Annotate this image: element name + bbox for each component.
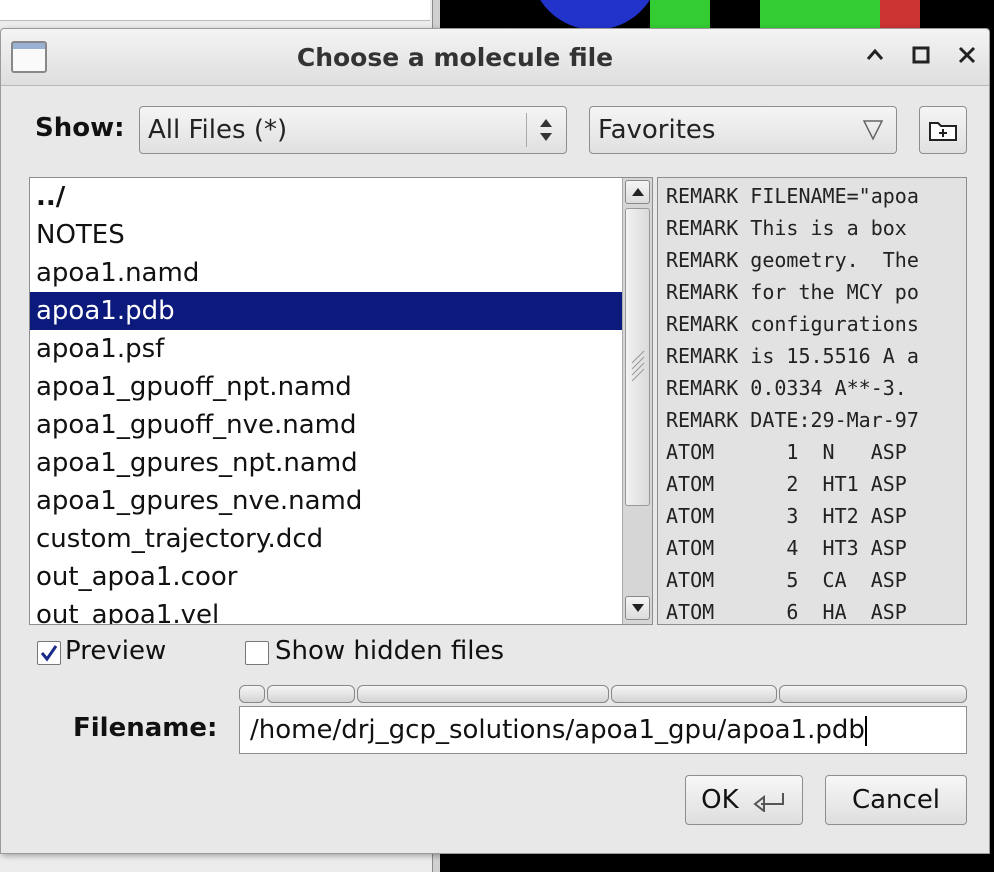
preview-checkbox-label[interactable]: Preview <box>65 636 166 666</box>
preview-line: ATOM 4 HT3 ASP <box>666 536 907 560</box>
file-list-item[interactable]: apoa1_gpuoff_npt.namd <box>30 368 622 406</box>
path-segment-button[interactable] <box>779 685 967 703</box>
background-viewer-bottom <box>456 852 994 872</box>
preview-line: ATOM 6 HA ASP <box>666 600 907 624</box>
filename-label: Filename: <box>73 713 218 743</box>
text-caret <box>864 715 867 746</box>
file-list-item[interactable]: apoa1_gpures_npt.namd <box>30 444 622 482</box>
path-segment-button[interactable] <box>611 685 777 703</box>
triangle-down-icon <box>862 115 884 149</box>
show-hidden-checkbox[interactable] <box>245 641 269 665</box>
file-list-item[interactable]: NOTES <box>30 216 622 254</box>
filename-input[interactable]: /home/drj_gcp_solutions/apoa1_gpu/apoa1.… <box>239 706 967 754</box>
minimize-button[interactable] <box>861 43 889 71</box>
preview-line: ATOM 2 HT1 ASP <box>666 472 907 496</box>
ok-button[interactable]: OK <box>685 775 803 825</box>
close-icon <box>958 46 976 64</box>
preview-line: REMARK configurations <box>666 312 919 336</box>
file-list-item[interactable]: ../ <box>30 178 622 216</box>
preview-line: REMARK for the MCY po <box>666 280 919 304</box>
file-list-item[interactable]: custom_trajectory.dcd <box>30 520 622 558</box>
preview-checkbox[interactable] <box>37 641 61 665</box>
checkmark-icon <box>40 645 58 662</box>
file-list-item[interactable]: apoa1_gpures_nve.namd <box>30 482 622 520</box>
file-preview: REMARK FILENAME="apoa REMARK This is a bo… <box>657 177 967 625</box>
chevron-up-icon <box>866 48 884 60</box>
preview-line: REMARK 0.0334 A**-3. <box>666 376 907 400</box>
filename-value: /home/drj_gcp_solutions/apoa1_gpu/apoa1.… <box>250 715 865 745</box>
preview-line: ATOM 5 CA ASP <box>666 568 907 592</box>
file-list-item[interactable]: apoa1_gpuoff_nve.namd <box>30 406 622 444</box>
file-list-scrollbar[interactable] <box>622 178 652 624</box>
file-list[interactable]: ../NOTES apoa1.namd apoa1.pdb apoa1.psf apoa… <box>29 177 653 625</box>
cancel-button-label: Cancel <box>851 785 941 815</box>
scroll-down-button[interactable] <box>625 596 650 620</box>
preview-line: REMARK is 15.5516 A a <box>666 344 919 368</box>
show-label: Show: <box>35 113 125 143</box>
background-molecule-green-2 <box>760 0 880 28</box>
arrow-down-icon <box>631 604 644 612</box>
dialog-title: Choose a molecule file <box>296 43 614 72</box>
path-segment-button[interactable] <box>239 685 265 703</box>
scroll-thumb[interactable] <box>625 208 650 506</box>
file-chooser-dialog: Choose a molecule file Show: All Files (… <box>0 28 990 854</box>
preview-line: ATOM 1 N ASP <box>666 440 907 464</box>
preview-line: REMARK geometry. The <box>666 248 919 272</box>
favorites-select[interactable]: Favorites <box>589 106 897 154</box>
preview-line: REMARK This is a box <box>666 216 907 240</box>
preview-line: REMARK DATE:29-Mar-97 <box>666 408 919 432</box>
file-type-select[interactable]: All Files (*) <box>139 106 567 154</box>
file-list-item[interactable]: out_apoa1.coor <box>30 558 622 596</box>
file-list-item[interactable]: apoa1.pdb <box>30 292 622 330</box>
title-bar[interactable]: Choose a molecule file <box>1 29 989 86</box>
maximize-button[interactable] <box>907 43 935 71</box>
maximize-icon <box>912 46 930 64</box>
path-segment-button[interactable] <box>357 685 609 703</box>
new-folder-icon <box>929 122 957 141</box>
path-segment-button[interactable] <box>267 685 355 703</box>
file-list-item[interactable]: out_apoa1.vel <box>30 596 622 624</box>
file-list-item[interactable]: apoa1.psf <box>30 330 622 368</box>
favorites-label: Favorites <box>598 115 716 145</box>
background-molecule-red <box>880 0 920 28</box>
ok-button-label: OK <box>701 785 739 815</box>
new-folder-button[interactable] <box>919 106 967 154</box>
file-list-item[interactable]: apoa1.namd <box>30 254 622 292</box>
show-hidden-label[interactable]: Show hidden files <box>275 636 504 666</box>
arrow-up-icon <box>631 188 644 196</box>
preview-line: REMARK FILENAME="apoa <box>666 184 919 208</box>
preview-line: ATOM 3 HT2 ASP <box>666 504 907 528</box>
file-type-value: All Files (*) <box>148 115 288 145</box>
return-key-icon <box>753 792 784 813</box>
scroll-up-button[interactable] <box>625 180 650 204</box>
cancel-button[interactable]: Cancel <box>825 775 967 825</box>
background-molecule-green <box>650 0 710 28</box>
close-button[interactable] <box>953 43 981 71</box>
grip-icon <box>631 350 645 382</box>
up-down-arrows-icon <box>536 113 556 153</box>
